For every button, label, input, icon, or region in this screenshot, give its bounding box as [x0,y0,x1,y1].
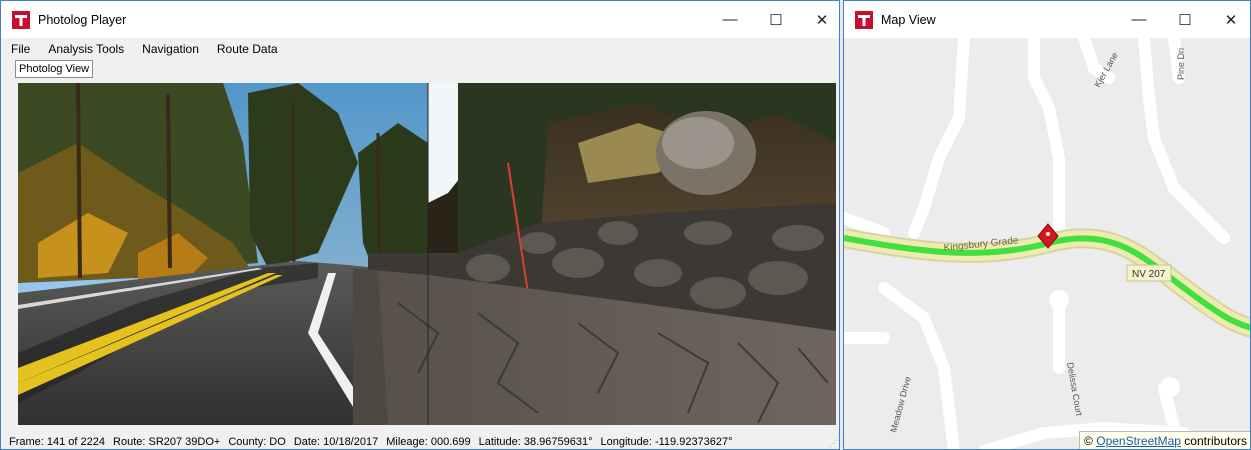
street-map: Kingsbury Grade NV 207 Kjer Lane Pine Dr… [844,38,1250,449]
maximize-button[interactable]: ☐ [753,1,799,38]
minimize-button[interactable]: — [707,1,753,38]
minimize-button[interactable]: — [1116,1,1162,38]
nv207-shield: NV 207 [1126,264,1172,282]
status-frame: Frame: 141 of 2224 [9,435,106,448]
status-date: Date: 10/18/2017 [293,435,379,448]
close-button[interactable]: ✕ [1208,1,1250,38]
maximize-button[interactable]: ☐ [1162,1,1208,38]
map-titlebar[interactable]: Map View — ☐ ✕ [844,1,1250,38]
photolog-player-window: Photolog Player — ☐ ✕ File Analysis Tool… [0,0,840,450]
app-icon [12,10,30,29]
menu-navigation[interactable]: Navigation [132,42,207,56]
map-view-window: Map View — ☐ ✕ Kingsbury Grade NV 207 Kj… [843,0,1251,450]
resize-grip-icon[interactable]: ⋰ [829,438,838,449]
menu-analysis-tools[interactable]: Analysis Tools [38,42,132,56]
window-title: Map View [881,12,936,27]
road-photos [18,83,836,425]
status-bar: Frame: 141 of 2224 Route: SR207 39DO+ Co… [1,432,839,449]
map-canvas[interactable]: Kingsbury Grade NV 207 Kjer Lane Pine Dr… [844,38,1250,449]
photolog-image-viewport[interactable] [18,83,836,425]
map-attribution: © OpenStreetMap contributors [1079,431,1250,449]
status-mileage: Mileage: 000.699 [386,435,471,448]
menu-route-data[interactable]: Route Data [207,42,286,56]
window-title: Photolog Player [38,12,127,27]
tab-photolog-view[interactable]: Photolog View [15,60,94,78]
status-latitude: Latitude: 38.96759631° [478,435,593,448]
contributors-text: contributors [1184,434,1247,448]
map-label-shield: NV 207 [1132,269,1166,280]
menu-bar: File Analysis Tools Navigation Route Dat… [1,38,839,60]
menu-file[interactable]: File [1,42,38,56]
app-icon [855,10,873,29]
photolog-titlebar[interactable]: Photolog Player — ☐ ✕ [1,1,839,38]
status-route: Route: SR207 39DO+ [113,435,221,448]
status-county: County: DO [228,435,286,448]
openstreetmap-link[interactable]: OpenStreetMap [1096,434,1181,448]
map-label-pine: Pine Dri [1176,48,1186,80]
status-longitude: Longitude: -119.92373627° [600,435,733,448]
copyright-symbol: © [1084,434,1093,448]
close-button[interactable]: ✕ [799,1,839,38]
